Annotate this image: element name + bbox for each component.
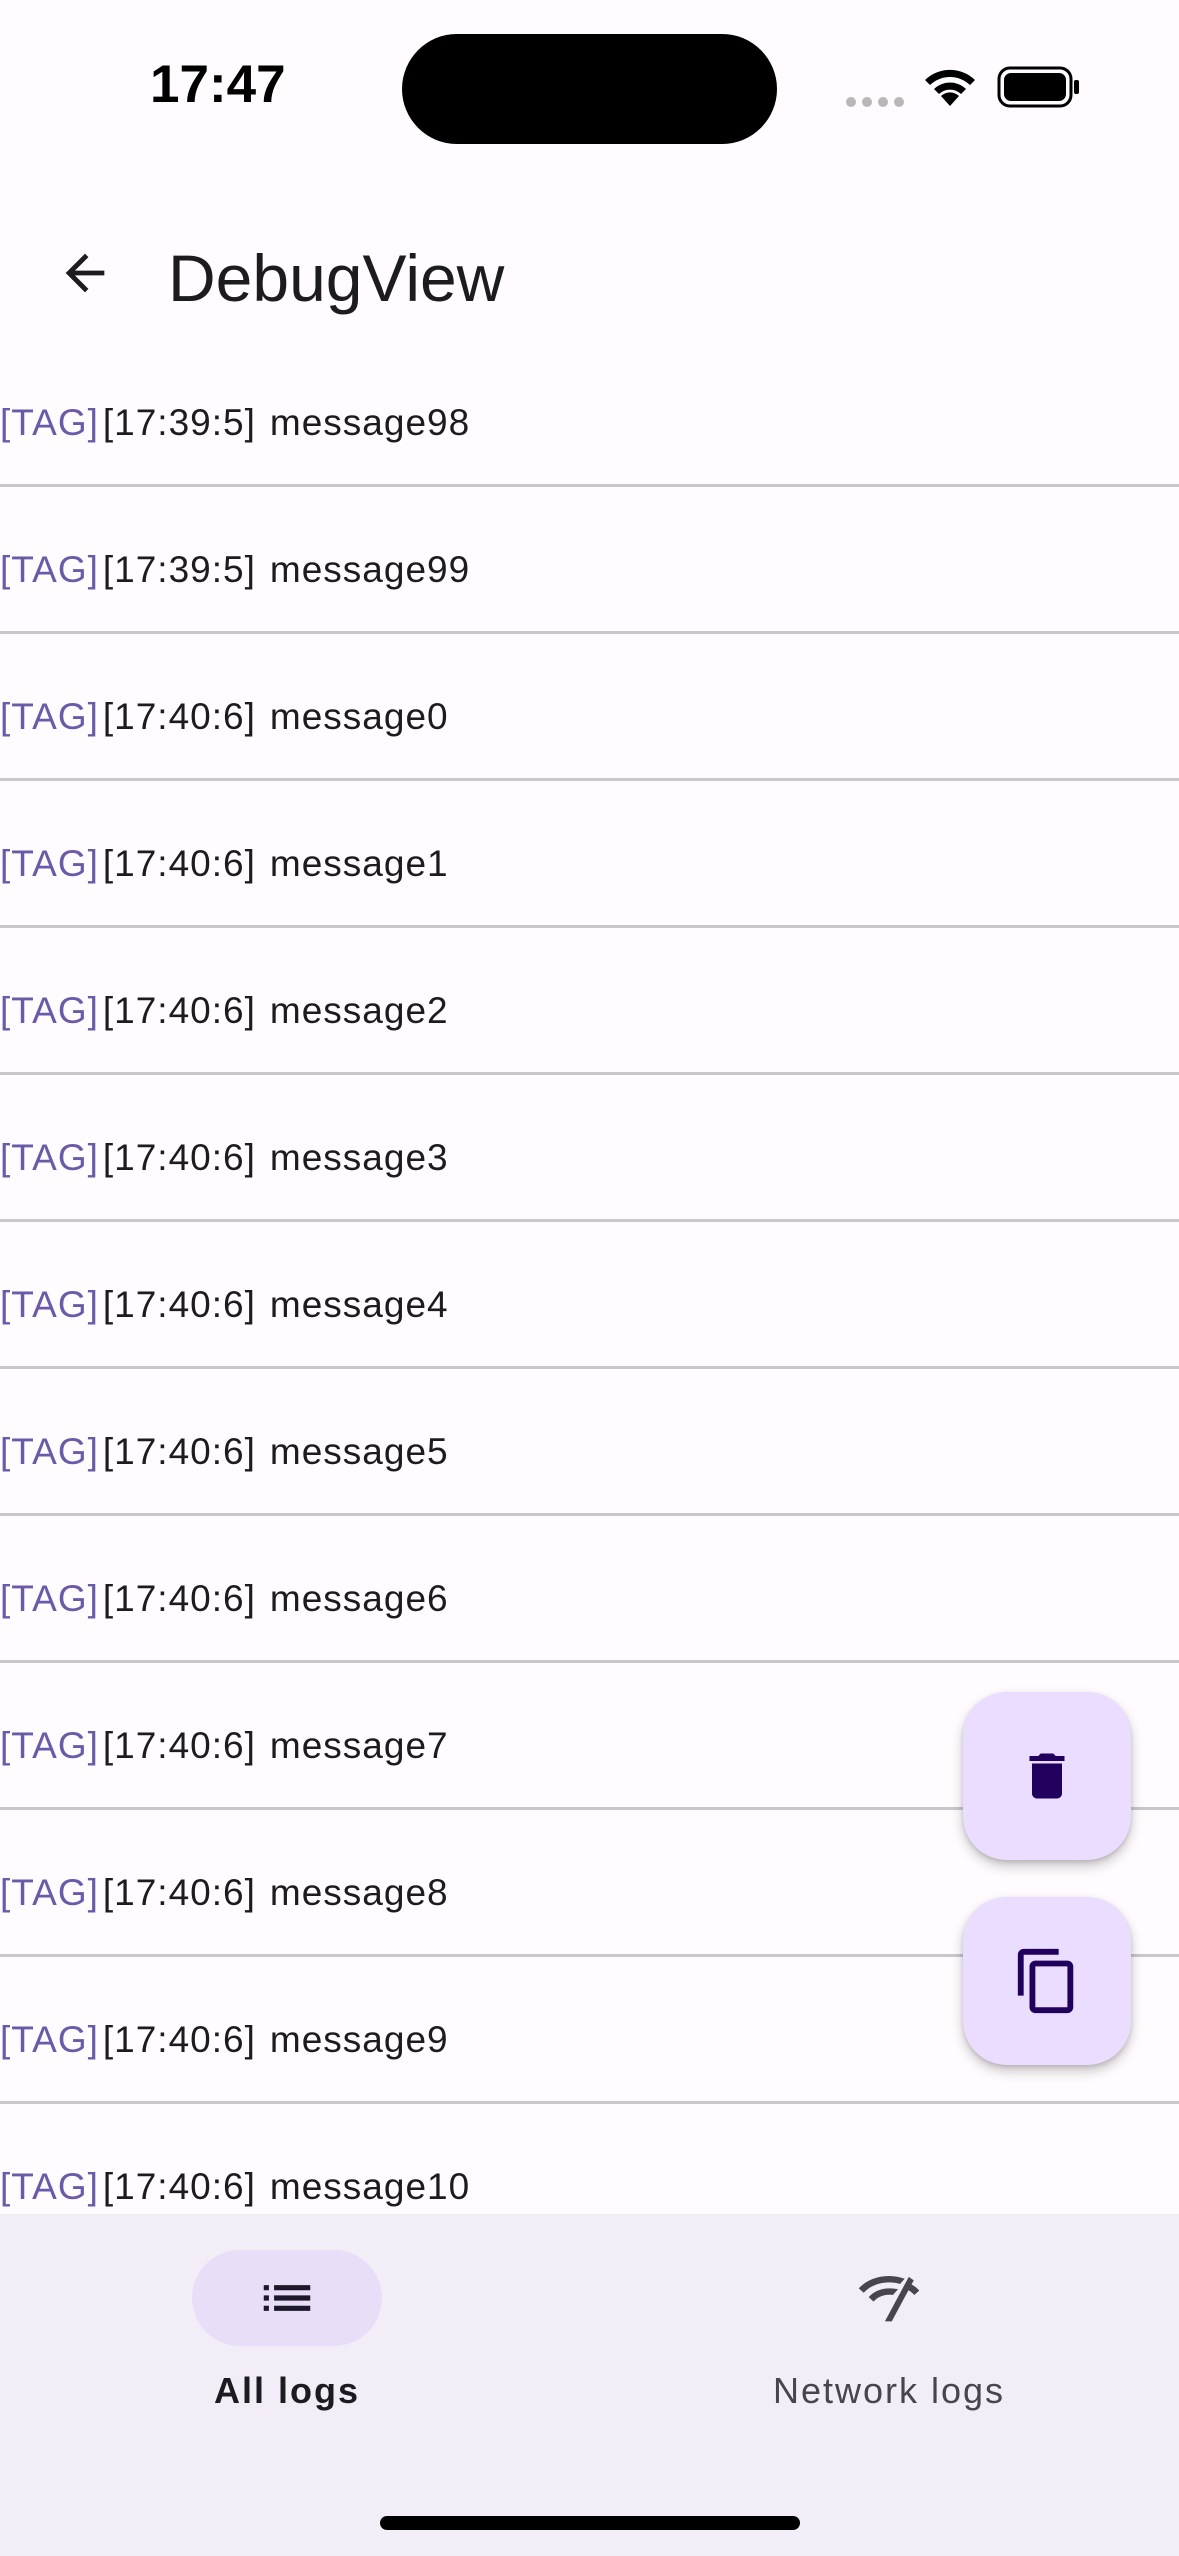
log-tag: [TAG]	[0, 990, 99, 1031]
log-message: message10	[269, 2166, 471, 2207]
copy-logs-button[interactable]	[963, 1897, 1131, 2065]
log-timestamp: [17:40:6]	[102, 696, 256, 737]
log-timestamp: [17:40:6]	[102, 990, 256, 1031]
bottom-navigation: All logs Network logs	[0, 2214, 1179, 2556]
log-timestamp: [17:40:6]	[102, 1872, 256, 1913]
clear-logs-button[interactable]	[963, 1692, 1131, 1860]
home-indicator[interactable]	[380, 2516, 800, 2530]
log-tag: [TAG]	[0, 1137, 99, 1178]
nav-item-all-logs[interactable]: All logs	[87, 2250, 487, 2430]
nav-label-all-logs: All logs	[213, 2370, 360, 2411]
status-bar: 17:47	[0, 0, 1179, 176]
log-row[interactable]: [TAG] [17:40:6] message0	[0, 634, 1179, 781]
log-row[interactable]: [TAG] [17:40:6] message2	[0, 928, 1179, 1075]
log-timestamp: [17:39:5]	[102, 549, 256, 590]
log-timestamp: [17:39:5]	[102, 402, 256, 443]
log-message: message98	[269, 402, 471, 443]
screen: 17:47 DebugView [TAG] [17:39:5] message98[…	[0, 0, 1179, 2556]
status-time: 17:47	[150, 55, 286, 114]
log-tag: [TAG]	[0, 843, 99, 884]
log-message: message2	[269, 990, 449, 1031]
page-title: DebugView	[168, 241, 505, 315]
log-tag: [TAG]	[0, 2019, 99, 2060]
log-message: message8	[269, 1872, 449, 1913]
arrow-back-icon	[65, 253, 105, 293]
log-tag: [TAG]	[0, 1872, 99, 1913]
wifi-icon	[925, 69, 975, 106]
nav-label-network-logs: Network logs	[772, 2370, 1006, 2411]
dynamic-island	[402, 34, 777, 144]
nav-item-network-logs[interactable]: Network logs	[689, 2250, 1089, 2430]
log-tag: [TAG]	[0, 1431, 99, 1472]
nav-active-indicator	[192, 2250, 382, 2346]
log-row[interactable]: [TAG] [17:40:6] message4	[0, 1222, 1179, 1369]
log-message: message3	[269, 1137, 449, 1178]
battery-icon	[997, 66, 1079, 108]
log-tag: [TAG]	[0, 696, 99, 737]
log-tag: [TAG]	[0, 402, 99, 443]
trash-icon	[1029, 1753, 1065, 1799]
copy-icon	[1017, 1948, 1074, 2014]
log-message: message7	[269, 1725, 449, 1766]
log-timestamp: [17:40:6]	[102, 1725, 256, 1766]
log-timestamp: [17:40:6]	[102, 1578, 256, 1619]
log-message: message0	[269, 696, 449, 737]
log-row[interactable]: [TAG] [17:40:6] message6	[0, 1516, 1179, 1663]
log-row[interactable]: [TAG] [17:40:6] message10	[0, 2104, 1179, 2215]
log-timestamp: [17:40:6]	[102, 1284, 256, 1325]
list-icon	[263, 2285, 311, 2311]
log-timestamp: [17:40:6]	[102, 1137, 256, 1178]
log-timestamp: [17:40:6]	[102, 2019, 256, 2060]
log-row[interactable]: [TAG] [17:40:6] message1	[0, 781, 1179, 928]
log-tag: [TAG]	[0, 1725, 99, 1766]
log-row[interactable]: [TAG] [17:39:5] message99	[0, 487, 1179, 634]
log-tag: [TAG]	[0, 1284, 99, 1325]
log-message: message4	[269, 1284, 449, 1325]
log-message: message1	[269, 843, 449, 884]
nav-icon-wrapper	[794, 2250, 984, 2346]
log-row[interactable]: [TAG] [17:39:5] message98	[0, 340, 1179, 487]
cellular-signal-icon	[846, 97, 906, 107]
log-row[interactable]: [TAG] [17:40:6] message5	[0, 1369, 1179, 1516]
log-message: message99	[269, 549, 471, 590]
back-button[interactable]	[40, 228, 130, 318]
log-tag: [TAG]	[0, 549, 99, 590]
network-icon	[858, 2276, 920, 2322]
log-tag: [TAG]	[0, 1578, 99, 1619]
log-message: message5	[269, 1431, 449, 1472]
log-row[interactable]: [TAG] [17:40:6] message3	[0, 1075, 1179, 1222]
log-timestamp: [17:40:6]	[102, 843, 256, 884]
log-timestamp: [17:40:6]	[102, 1431, 256, 1472]
log-message: message6	[269, 1578, 449, 1619]
log-timestamp: [17:40:6]	[102, 2166, 256, 2207]
log-tag: [TAG]	[0, 2166, 99, 2207]
log-message: message9	[269, 2019, 449, 2060]
